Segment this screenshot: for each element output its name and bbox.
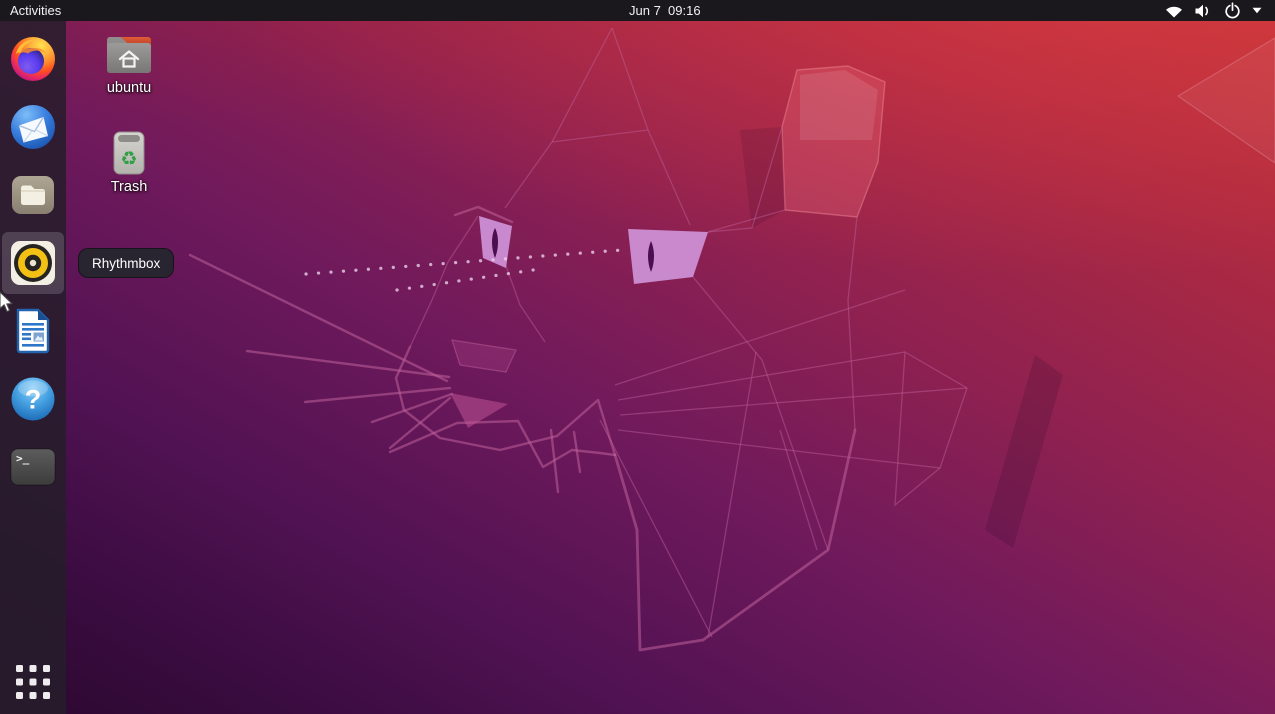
app-grid-icon <box>16 665 50 699</box>
terminal-prompt-glyph: >_ <box>16 452 30 465</box>
chevron-down-icon <box>1252 7 1262 14</box>
trash-label: Trash <box>110 179 148 195</box>
volume-icon <box>1195 4 1209 17</box>
desktop-icon-trash[interactable]: ♻ Trash <box>84 128 174 195</box>
dock-item-thunderbird[interactable] <box>2 96 64 158</box>
terminal-icon: >_ <box>10 448 56 486</box>
top-bar: Activities Jun 7 09:16 <box>0 0 1275 21</box>
desktop-icon-home-folder[interactable]: ubuntu <box>84 31 174 96</box>
mouse-cursor <box>0 291 13 313</box>
rhythmbox-tooltip: Rhythmbox <box>78 248 175 278</box>
thunderbird-icon <box>11 105 55 149</box>
dock-item-rhythmbox[interactable] <box>2 232 64 294</box>
rhythmbox-icon <box>11 241 55 285</box>
ubuntu-desktop: ubuntu ♻ Trash ? >_ Rhythmbox Activities… <box>0 0 1275 714</box>
dock-item-firefox[interactable] <box>2 28 64 90</box>
power-icon <box>1225 2 1240 19</box>
show-applications-button[interactable] <box>2 651 64 713</box>
system-menu-button[interactable] <box>1152 0 1275 21</box>
dock: ? >_ <box>0 21 66 714</box>
help-icon: ? <box>11 377 55 421</box>
dock-item-help[interactable]: ? <box>2 368 64 430</box>
files-icon <box>12 176 54 214</box>
wifi-icon <box>1166 6 1182 17</box>
libreoffice-writer-icon <box>16 308 50 354</box>
home-folder-label: ubuntu <box>106 80 152 96</box>
wallpaper-artwork <box>188 27 1275 652</box>
clock-button[interactable]: Jun 7 09:16 <box>629 0 701 21</box>
dock-item-files[interactable] <box>2 164 64 226</box>
firefox-icon <box>11 37 55 81</box>
trash-icon: ♻ <box>113 131 145 175</box>
question-mark-glyph: ? <box>25 385 42 415</box>
activities-button[interactable]: Activities <box>0 0 71 21</box>
dock-item-terminal[interactable]: >_ <box>2 436 64 498</box>
home-folder-icon <box>107 37 151 73</box>
recycle-glyph: ♻ <box>120 148 137 170</box>
